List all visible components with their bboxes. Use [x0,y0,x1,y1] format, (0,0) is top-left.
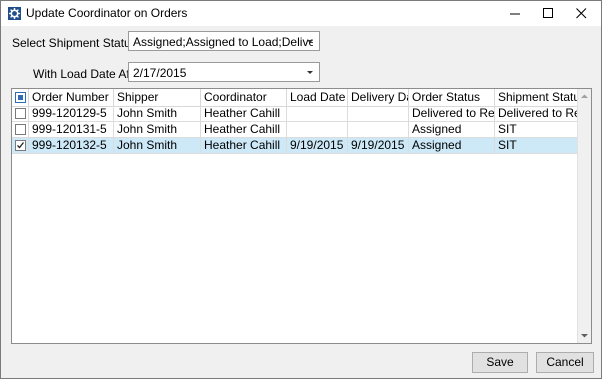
cell-shipper: John Smith [114,138,201,153]
cell-coordinator: Heather Cahill [201,106,287,121]
vertical-scrollbar[interactable] [577,89,591,343]
scroll-down-icon[interactable] [580,331,589,340]
checkmark-icon [17,142,25,149]
cell-order-status: Delivered to Resi... [409,106,495,121]
cell-shipper: John Smith [114,106,201,121]
chevron-down-icon [307,40,313,43]
column-header-shipment-status[interactable]: Shipment Status [495,89,579,106]
dialog-window: Update Coordinator on Orders Select Ship… [0,0,602,379]
cell-load-date [287,106,348,121]
cell-shipment-status: Delivered to Resi... [495,106,579,121]
grid-header: Order Number Shipper Coordinator Load Da… [12,89,579,107]
row-checkbox[interactable] [15,108,26,119]
cancel-button[interactable]: Cancel [536,352,594,373]
close-button[interactable] [565,1,598,26]
maximize-button[interactable] [532,1,565,26]
row-checkbox-cell[interactable] [12,106,29,121]
cell-coordinator: Heather Cahill [201,138,287,153]
cell-shipment-status: SIT [495,122,579,137]
cell-delivery-date [348,122,409,137]
orders-grid: Order Number Shipper Coordinator Load Da… [11,88,592,344]
window-title: Update Coordinator on Orders [26,6,188,20]
chevron-down-icon [307,71,313,74]
maximize-icon [543,8,553,18]
shipment-status-dropdown[interactable]: Assigned;Assigned to Load;Delivered to..… [128,31,320,51]
minimize-icon [510,13,520,15]
column-header-shipper[interactable]: Shipper [114,89,201,106]
title-bar: Update Coordinator on Orders [1,1,601,26]
row-checkbox-checked[interactable] [15,140,26,151]
gear-icon [8,7,21,20]
row-checkbox-cell[interactable] [12,138,29,153]
column-header-load-date[interactable]: Load Date [287,89,348,106]
table-row-selected[interactable]: 999-120132-5 John Smith Heather Cahill 9… [12,138,579,154]
table-row[interactable]: 999-120131-5 John Smith Heather Cahill A… [12,122,579,138]
table-row[interactable]: 999-120129-5 John Smith Heather Cahill D… [12,106,579,122]
cell-order-status: Assigned [409,138,495,153]
cell-order-number: 999-120132-5 [29,138,114,153]
column-header-order-status[interactable]: Order Status [409,89,495,106]
cell-load-date: 9/19/2015 [287,138,348,153]
cell-shipment-status: SIT [495,138,579,153]
cell-order-number: 999-120129-5 [29,106,114,121]
cell-delivery-date [348,106,409,121]
cell-order-number: 999-120131-5 [29,122,114,137]
cell-shipper: John Smith [114,122,201,137]
load-date-picker[interactable]: 2/17/2015 [128,62,320,82]
close-icon [576,8,587,19]
select-all-checkbox[interactable] [12,89,29,106]
minimize-button[interactable] [499,1,532,26]
shipment-status-value: Assigned;Assigned to Load;Delivered to..… [133,35,313,49]
cell-order-status: Assigned [409,122,495,137]
select-all-check-box [15,92,26,103]
cell-load-date [287,122,348,137]
row-checkbox-cell[interactable] [12,122,29,137]
column-header-coordinator[interactable]: Coordinator [201,89,287,106]
cell-coordinator: Heather Cahill [201,122,287,137]
save-button[interactable]: Save [472,352,528,373]
scroll-up-icon[interactable] [580,92,589,101]
cell-delivery-date: 9/19/2015 [348,138,409,153]
load-date-value: 2/17/2015 [133,66,187,80]
column-header-order-number[interactable]: Order Number [29,89,114,106]
row-checkbox[interactable] [15,124,26,135]
column-header-delivery-date[interactable]: Delivery Date [348,89,409,106]
